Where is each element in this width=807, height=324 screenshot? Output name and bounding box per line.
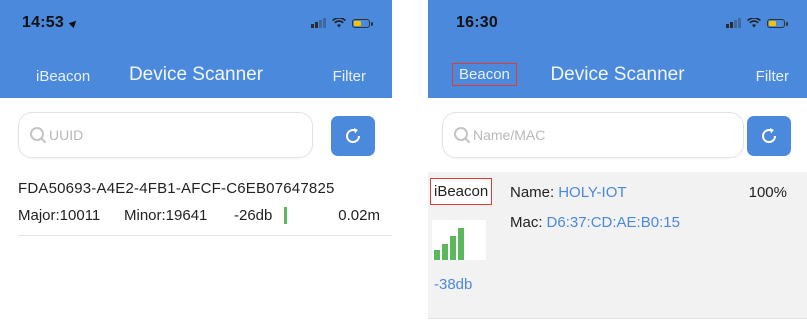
device-mac: D6:37:CD:AE:B0:15 — [546, 214, 680, 231]
status-bar: 14:53▲ — [0, 0, 392, 56]
beacon-uuid: FDA50693-A4E2-4FB1-AFCF-C6EB07647825 — [18, 180, 335, 197]
status-time: 14:53▲ — [22, 13, 84, 33]
refresh-button[interactable] — [747, 116, 791, 156]
device-percent: 100% — [748, 184, 787, 201]
cellular-signal-icon — [311, 18, 326, 28]
status-icons — [726, 18, 788, 28]
search-row: Name/MAC — [428, 98, 807, 168]
filter-button[interactable]: Filter — [333, 68, 366, 85]
beacon-distance: 0.02m — [338, 207, 380, 224]
device-name-row: Name: HOLY-IOT — [510, 184, 627, 201]
status-bar: 16:30 — [428, 0, 807, 56]
device-list-item[interactable]: iBeacon Name: HOLY-IOT Mac: D6:37:CD:AE:B0… — [428, 172, 807, 319]
device-type-badge: iBeacon — [430, 178, 493, 205]
refresh-button[interactable] — [331, 116, 375, 156]
phone-screen-right: 16:30 Beacon Device Scanner Filter Name/… — [428, 0, 807, 324]
device-rssi: -38db — [434, 276, 473, 293]
beacon-minor: Minor:19641 — [124, 207, 208, 224]
signal-strength-icon — [432, 220, 486, 260]
name-mac-search-input[interactable]: Name/MAC — [442, 112, 744, 158]
nav-bar: iBeacon Device Scanner Filter — [0, 56, 392, 98]
phone-screen-left: 14:53▲ iBeacon Device Scanner Filter UUI… — [0, 0, 392, 324]
search-icon — [30, 127, 47, 144]
search-icon — [454, 127, 471, 144]
name-label: Name: — [510, 184, 555, 201]
beacon-meta: Major:10011 Minor:19641 -26db 0.02m — [18, 207, 380, 229]
divider — [18, 235, 392, 236]
location-arrow-icon: ▲ — [64, 13, 84, 33]
beacon-result-item[interactable]: FDA50693-A4E2-4FB1-AFCF-C6EB07647825 Maj… — [18, 180, 392, 236]
refresh-icon — [346, 128, 361, 144]
refresh-icon — [762, 128, 777, 144]
status-time: 16:30 — [456, 14, 498, 31]
beacon-rssi: -26db — [234, 207, 273, 224]
search-placeholder: Name/MAC — [473, 127, 546, 143]
battery-icon — [352, 18, 373, 28]
mac-label: Mac: — [510, 214, 543, 231]
device-mac-row: Mac: D6:37:CD:AE:B0:15 — [510, 214, 680, 231]
cellular-signal-icon — [726, 18, 741, 28]
search-placeholder: UUID — [49, 127, 84, 143]
nav-bar: Beacon Device Scanner Filter — [428, 56, 807, 98]
page-title: Device Scanner — [550, 64, 685, 85]
filter-button[interactable]: Filter — [756, 68, 789, 85]
wifi-icon — [332, 18, 346, 28]
beacon-major: Major:10011 — [18, 207, 101, 224]
uuid-search-input[interactable]: UUID — [18, 112, 313, 158]
wifi-icon — [747, 18, 761, 28]
search-row: UUID — [0, 98, 392, 168]
status-icons — [311, 18, 373, 28]
device-name: HOLY-IOT — [558, 184, 627, 201]
battery-icon — [767, 18, 788, 28]
